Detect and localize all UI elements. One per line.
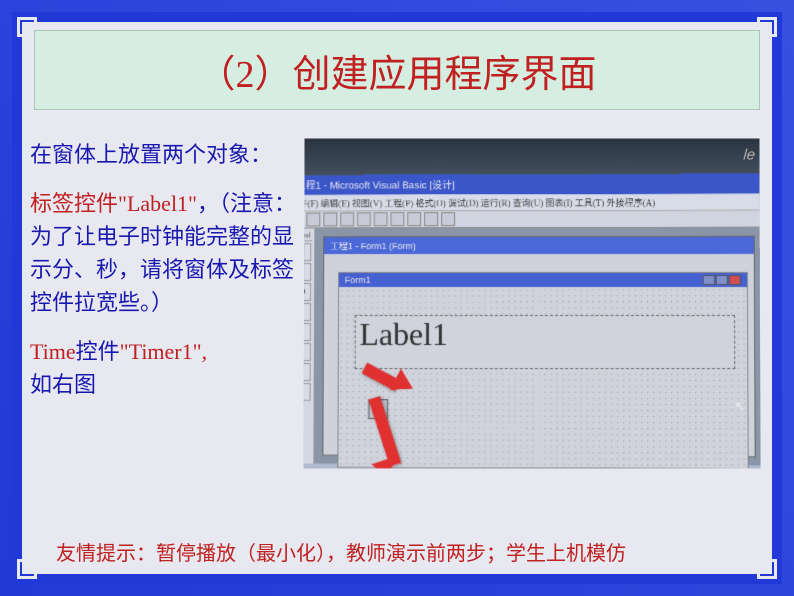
vb-toolbar (303, 210, 760, 229)
tool-label-icon: A (303, 263, 310, 281)
content-area: （2）创建应用程序界面 在窗体上放置两个对象： 标签控件"Label1"，（注意… (22, 22, 772, 574)
maximize-icon (716, 275, 728, 285)
toolbar-button (340, 213, 354, 227)
slide-frame: （2）创建应用程序界面 在窗体上放置两个对象： 标签控件"Label1"，（注意… (0, 0, 794, 596)
arrow-icon (369, 396, 402, 466)
tool-item: ⬚ (303, 343, 310, 361)
vb-title-bar: 工程1 - Microsoft Visual Basic [设计] (303, 177, 454, 192)
p3-d: 如右图 (30, 368, 298, 401)
tool-item: ○ (303, 323, 310, 341)
vb-body: General ▦ A ab ☐ ○ ⬚ ⏲ ■ 工程1 - (303, 228, 760, 466)
footer-body: 暂停播放（最小化），教师演示前两步；学生上机模仿 (156, 543, 626, 565)
close-icon (729, 275, 741, 285)
cursor-icon: ↖ (734, 399, 745, 415)
time-highlight: Time (30, 339, 76, 364)
arrow-to-label (364, 354, 414, 394)
form1-title-text: Form1 (345, 275, 371, 285)
toolbar-button (323, 213, 337, 227)
laptop-logo: le (743, 147, 756, 164)
minimize-icon (703, 275, 715, 285)
p3-b: 控件 (76, 339, 120, 364)
toolbar-button (357, 213, 371, 227)
tool-timer-icon: ⏲ (303, 363, 310, 381)
tool-item: ▦ (303, 243, 311, 261)
tool-item: ■ (303, 383, 310, 401)
form-container-title: 工程1 - Form1 (Form) (324, 237, 754, 255)
timer1-highlight: "Timer1", (120, 339, 207, 364)
arrow-to-timer (356, 398, 406, 469)
toolbar-button (424, 212, 438, 226)
toolbar-button (407, 212, 421, 226)
screenshot-photo: le 工程1 - Microsoft Visual Basic [设计] 文件(… (303, 139, 760, 469)
instruction-text: 在窗体上放置两个对象： 标签控件"Label1"，（注意：为了让电子时钟能完整的… (30, 138, 298, 468)
tool-item: ab (303, 283, 310, 301)
footer-tip: 友情提示：暂停播放（最小化），教师演示前两步；学生上机模仿 (56, 537, 752, 566)
body-row: 在窗体上放置两个对象： 标签控件"Label1"，（注意：为了让电子时钟能完整的… (22, 110, 772, 468)
footer-prefix: 友情提示： (56, 543, 156, 565)
paragraph-2: 标签控件"Label1"，（注意：为了让电子时钟能完整的显示分、秒，请将窗体及标… (30, 187, 298, 319)
vb-ide-window: 工程1 - Microsoft Visual Basic [设计] 文件(F) … (303, 174, 760, 466)
toolbar-button (441, 212, 455, 226)
slide-title: （2）创建应用程序界面 (197, 43, 596, 98)
tool-item: ☐ (303, 303, 310, 321)
title-box: （2）创建应用程序界面 (34, 30, 760, 110)
paragraph-3: Time控件"Timer1", 如右图 (30, 335, 298, 401)
form-window-buttons (703, 275, 741, 285)
form1-titlebar: Form1 (339, 273, 747, 287)
paragraph-1: 在窗体上放置两个对象： (30, 138, 298, 171)
label1-highlight: 标签控件"Label1" (30, 191, 197, 216)
form-designer-area: 工程1 - Form1 (Form) Form1 (314, 228, 760, 466)
toolbar-button (306, 213, 320, 227)
toolbar-button (391, 212, 405, 226)
vb-menubar: 文件(F) 编辑(E) 视图(V) 工程(P) 格式(O) 调试(D) 运行(R… (303, 194, 760, 211)
toolbar-button (374, 212, 388, 226)
toolbox-header: General (303, 231, 312, 242)
